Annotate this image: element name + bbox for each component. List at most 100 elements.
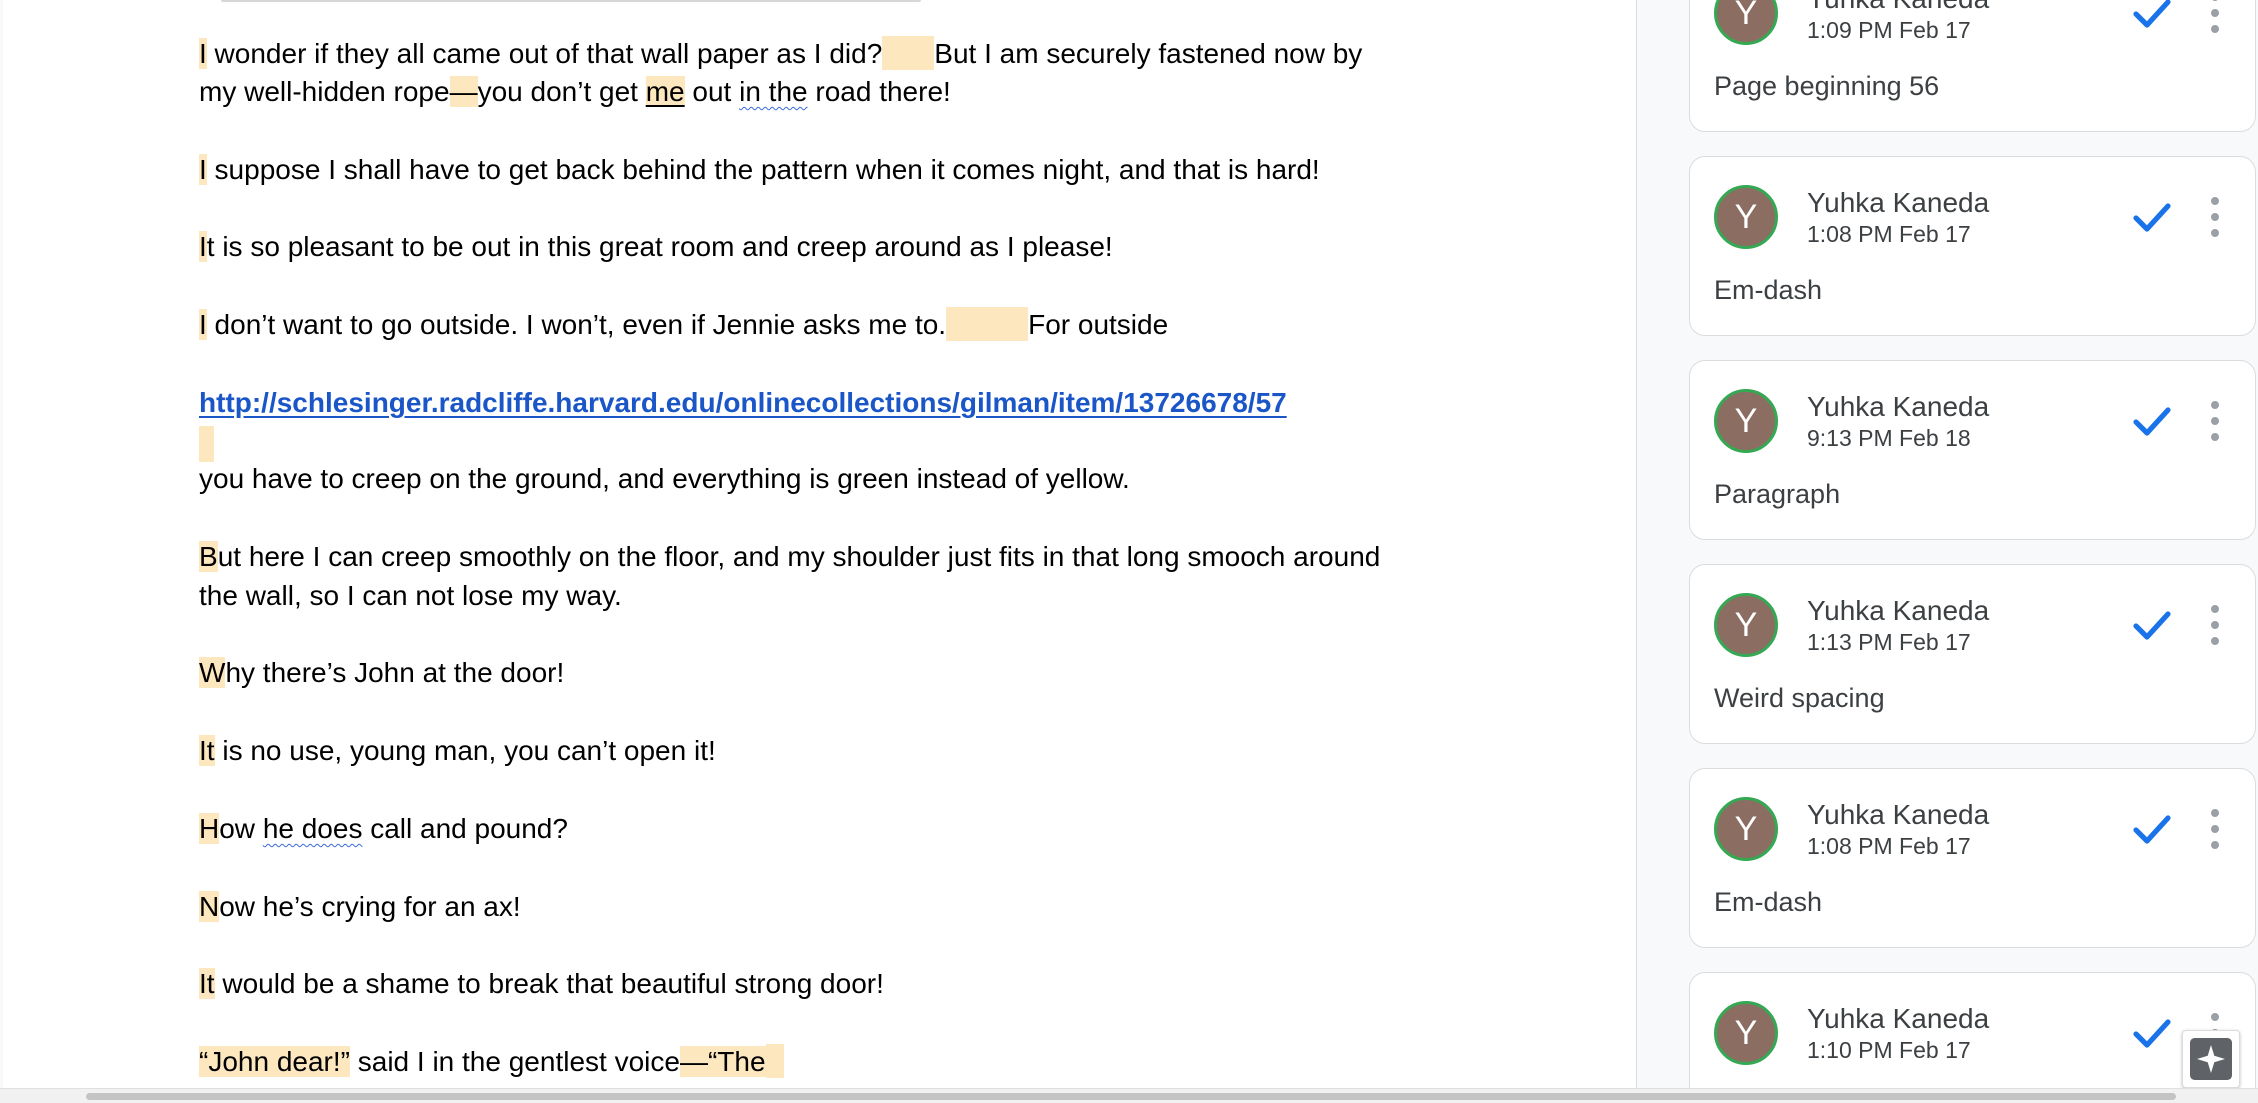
paragraph-text: is no use, young man, you can’t open it! [214,735,716,766]
comment-highlight[interactable]: H [199,813,220,844]
comment-author: Yuhka Kaneda [1807,595,1990,626]
explore-sparkle-icon [2190,1038,2232,1080]
paragraph-11[interactable]: It would be a shame to break that beauti… [199,965,1449,1003]
paragraph-text: For outside [1028,309,1169,340]
more-vert-icon[interactable] [2204,0,2226,37]
comment-highlight-gap[interactable] [946,307,1029,341]
more-vert-icon[interactable] [2204,601,2226,649]
comment-highlight[interactable]: W [199,657,226,688]
explore-button[interactable] [2182,1030,2240,1088]
comment-highlight[interactable]: “John dear!” [199,1046,350,1077]
comment-text: Weird spacing [1714,683,1885,713]
comment-card[interactable]: Y Yuhka Kaneda 1:08 PM Feb 17 Em-dash [1689,768,2256,948]
comment-highlight[interactable]: I [199,154,207,185]
source-link[interactable]: http://schlesinger.radcliffe.harvard.edu… [199,387,1287,418]
checkmark-icon[interactable] [2128,193,2176,241]
comment-card[interactable]: Y Yuhka Kaneda 1:09 PM Feb 17 Page begin… [1689,0,2256,132]
avatar[interactable]: Y [1714,0,1778,45]
paragraph-text: ow [219,813,263,844]
comment-time: 1:10 PM Feb 17 [1807,1037,1971,1063]
horizontal-scrollbar[interactable] [0,1088,2258,1103]
paragraph-5[interactable]: you have to creep on the ground, and eve… [199,460,1449,498]
paragraph-text: ut here I can creep smoothly on the floo… [217,541,1381,572]
comment-highlight[interactable]: I [199,231,207,262]
paragraph-4[interactable]: I don’t want to go outside. I won’t, eve… [199,306,1449,344]
comment-highlight[interactable]: —“The [679,1046,766,1077]
comment-card[interactable]: Y Yuhka Kaneda 1:13 PM Feb 17 Weird spac… [1689,564,2256,744]
avatar[interactable]: Y [1714,389,1778,453]
paragraph-text: would be a shame to break that beautiful… [214,968,884,999]
paragraph-text: hy there’s John at the door! [225,657,565,688]
comment-time: 1:09 PM Feb 17 [1807,17,1971,43]
checkmark-icon[interactable] [2128,1009,2176,1057]
paragraph-1[interactable]: I wonder if they all came out of that wa… [199,35,1449,73]
paragraph-text: said I in the gentlest voice [349,1046,680,1077]
comment-author: Yuhka Kaneda [1807,799,1990,830]
comment-highlight-gap[interactable] [882,36,935,70]
comment-card[interactable]: Y Yuhka Kaneda 1:10 PM Feb 17 [1689,972,2256,1088]
paragraph-9[interactable]: How he does call and pound? [199,810,1449,848]
checkmark-icon[interactable] [2128,0,2176,37]
comment-highlight[interactable]: N [199,891,220,922]
spelling-suggestion[interactable]: he does [263,813,363,844]
comment-text: Em-dash [1714,887,1823,917]
comment-text: Page beginning 56 [1714,71,1940,101]
checkmark-icon[interactable] [2128,397,2176,445]
document-page[interactable]: I wonder if they all came out of that wa… [3,0,1637,1088]
checkmark-icon[interactable] [2128,601,2176,649]
comment-highlight[interactable]: I [199,309,207,340]
comment-author: Yuhka Kaneda [1807,187,1990,218]
comment-time: 1:13 PM Feb 17 [1807,629,1971,655]
paragraph-12[interactable]: “John dear!” said I in the gentlest voic… [199,1043,1449,1081]
comment-highlight-gap[interactable] [765,1044,784,1078]
paragraph-text: But I am securely fastened now by [934,38,1363,69]
comment-time: 1:08 PM Feb 17 [1807,221,1971,247]
document-area: I wonder if they all came out of that wa… [0,0,1637,1088]
comment-card[interactable]: Y Yuhka Kaneda 1:08 PM Feb 17 Em-dash [1689,156,2256,336]
paragraph-8[interactable]: It is no use, young man, you can’t open … [199,732,1449,770]
comments-panel: Y Yuhka Kaneda 1:09 PM Feb 17 Page begin… [1637,0,2258,1088]
avatar[interactable]: Y [1714,593,1778,657]
comment-time: 1:08 PM Feb 17 [1807,833,1971,859]
paragraph-3[interactable]: It is so pleasant to be out in this grea… [199,228,1449,266]
comment-highlight[interactable]: me [645,76,685,107]
comment-author: Yuhka Kaneda [1807,0,1989,15]
comment-highlight[interactable]: — [449,76,478,107]
paragraph-6[interactable]: But here I can creep smoothly on the flo… [199,538,1449,576]
comment-text: Paragraph [1714,479,1841,509]
paragraph-text: you don’t get [477,76,646,107]
paragraph-link[interactable]: http://schlesinger.radcliffe.harvard.edu… [199,384,1449,422]
more-vert-icon[interactable] [2204,397,2226,445]
paragraph-text: t is so pleasant to be out in this great… [206,231,1113,262]
paragraph-text: wonder if they all came out of that wall… [206,38,883,69]
avatar[interactable]: Y [1714,797,1778,861]
paragraph-text: you have to creep on the ground, and eve… [199,463,1130,494]
comment-highlight[interactable]: B [199,541,218,572]
comment-highlight[interactable]: It [199,968,215,999]
paragraph-text: ow he’s crying for an ax! [219,891,521,922]
paragraph-7[interactable]: Why there’s John at the door! [199,654,1449,692]
more-vert-icon[interactable] [2204,193,2226,241]
paragraph-2[interactable]: I suppose I shall have to get back behin… [199,151,1449,189]
scrollbar-thumb[interactable] [86,1093,2176,1100]
paragraph-6-line-2[interactable]: the wall, so I can not lose my way. [199,577,1449,615]
paragraph-text: don’t want to go outside. I won’t, even … [206,309,947,340]
spelling-suggestion[interactable]: in the [739,76,808,107]
comment-highlight[interactable]: I [199,38,207,69]
paragraph-text: road there! [807,76,951,107]
checkmark-icon[interactable] [2128,805,2176,853]
comment-card[interactable]: Y Yuhka Kaneda 9:13 PM Feb 18 Paragraph [1689,360,2256,540]
paragraph-text: my well-hidden rope [199,76,450,107]
comment-author: Yuhka Kaneda [1807,1003,1990,1034]
avatar[interactable]: Y [1714,1001,1778,1065]
comment-author: Yuhka Kaneda [1807,391,1990,422]
comment-time: 9:13 PM Feb 18 [1807,425,1971,451]
paragraph-1-line-2[interactable]: my well-hidden rope—you don’t get me out… [199,73,1449,111]
paragraph-10[interactable]: Now he’s crying for an ax! [199,888,1449,926]
comment-highlight-empty-line[interactable] [199,426,214,462]
comment-highlight[interactable]: It [199,735,215,766]
more-vert-icon[interactable] [2204,805,2226,853]
avatar[interactable]: Y [1714,185,1778,249]
paragraph-text: call and pound? [362,813,568,844]
paragraph-text: the wall, so I can not lose my way. [199,580,622,611]
